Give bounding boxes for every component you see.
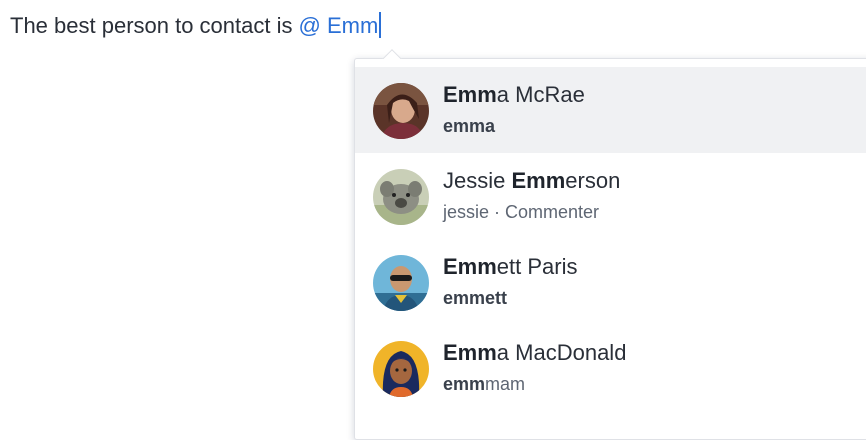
- option-username-role: jessie · Commenter: [443, 202, 600, 222]
- emma-macdonald-avatar-icon: [373, 341, 429, 397]
- avatar: [373, 83, 429, 139]
- mention-option-jessie-emmerson[interactable]: Jessie Emmerson jessie · Commenter: [355, 153, 866, 239]
- avatar: [373, 169, 429, 225]
- text-caret: [379, 12, 382, 38]
- option-name: Jessie Emmerson: [443, 168, 621, 193]
- avatar: [373, 255, 429, 311]
- mention-option-emma-macdonald[interactable]: Emma MacDonald emmmam: [355, 325, 866, 411]
- mention-suggestions-popup: Emma McRae emma Jessie Emmerson jessie ·…: [354, 58, 866, 440]
- mention-option-emmett-paris[interactable]: Emmett Paris emmett: [355, 239, 866, 325]
- mention-option-emma-mcrae[interactable]: Emma McRae emma: [355, 67, 866, 153]
- option-username: emmett: [443, 288, 508, 308]
- editor-text: The best person to contact is: [10, 13, 293, 38]
- jessie-emmerson-avatar-icon: [373, 169, 429, 225]
- option-username: emma: [443, 116, 496, 136]
- emmett-paris-avatar-icon: [373, 255, 429, 311]
- option-name: Emma MacDonald: [443, 340, 627, 365]
- option-name: Emmett Paris: [443, 254, 578, 279]
- popup-pointer: [382, 47, 402, 59]
- option-name: Emma McRae: [443, 82, 585, 107]
- mention-query[interactable]: @ Emm: [299, 13, 379, 38]
- avatar: [373, 341, 429, 397]
- option-username: emmmam: [443, 374, 526, 394]
- emma-mcrae-avatar-icon: [373, 83, 429, 139]
- editor-line[interactable]: The best person to contact is @ Emm: [10, 10, 382, 42]
